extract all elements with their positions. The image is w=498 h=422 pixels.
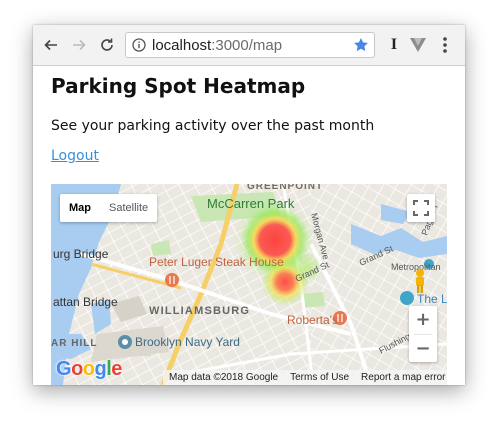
- label-manhattan-bridge: attan Bridge: [53, 295, 118, 309]
- reload-icon: [101, 38, 113, 51]
- info-icon[interactable]: [132, 38, 146, 52]
- arrow-left-icon: [44, 39, 57, 51]
- landmark-pin-icon[interactable]: [118, 335, 132, 349]
- label-peter-luger: Peter Luger Steak House: [149, 255, 284, 269]
- map-attribution: Map data ©2018 Google Terms of Use Repor…: [163, 370, 447, 385]
- menu-dots-icon[interactable]: [439, 35, 451, 55]
- label-mccarren-park: McCarren Park: [207, 196, 295, 211]
- zoom-out-button[interactable]: −: [409, 335, 437, 362]
- map-type-map-button[interactable]: Map: [60, 194, 100, 222]
- label-the-l: The L: [417, 292, 447, 306]
- page-content: Parking Spot Heatmap See your parking ac…: [33, 66, 465, 385]
- label-hill: AR HILL: [51, 338, 97, 349]
- label-robertas: Roberta's: [287, 313, 338, 327]
- label-greenpoint: GREENPOINT: [247, 184, 323, 192]
- page-title: Parking Spot Heatmap: [51, 74, 306, 98]
- map-type-control: Map Satellite: [60, 194, 158, 222]
- page-subtitle: See your parking activity over the past …: [51, 118, 375, 134]
- label-navy-yard: Brooklyn Navy Yard: [135, 335, 240, 349]
- address-bar[interactable]: localhost:3000/map: [125, 32, 375, 58]
- heatmap-map[interactable]: GREENPOINT McCarren Park urg Bridge Pete…: [51, 184, 447, 385]
- browser-window: localhost:3000/map I Parking Spot Heatma…: [33, 25, 465, 385]
- label-williamsburg: WILLIAMSBURG: [149, 305, 250, 317]
- report-map-error-link[interactable]: Report a map error: [361, 372, 445, 383]
- forward-button[interactable]: [69, 35, 89, 55]
- arrow-right-icon: [73, 39, 86, 51]
- google-logo[interactable]: Google: [56, 358, 122, 381]
- label-williamsburg-bridge: urg Bridge: [53, 247, 109, 261]
- url-path: :3000/map: [211, 37, 283, 54]
- screenshot-background: localhost:3000/map I Parking Spot Heatma…: [0, 0, 498, 422]
- reload-button[interactable]: [97, 35, 117, 55]
- map-type-satellite-button[interactable]: Satellite: [100, 194, 157, 222]
- bookmark-star-icon[interactable]: [353, 37, 369, 53]
- back-button[interactable]: [41, 35, 61, 55]
- fullscreen-icon: [413, 200, 429, 216]
- zoom-in-button[interactable]: +: [409, 306, 437, 334]
- url-host: localhost: [152, 37, 212, 54]
- restaurant-pin-icon[interactable]: [165, 273, 179, 287]
- extension-i-button[interactable]: I: [387, 35, 401, 55]
- zoom-control: + −: [409, 306, 437, 362]
- browser-toolbar: localhost:3000/map I: [33, 25, 465, 66]
- pegman-icon[interactable]: [411, 268, 429, 294]
- terms-of-use-link[interactable]: Terms of Use: [290, 372, 349, 383]
- extension-v-icon[interactable]: [409, 37, 427, 53]
- logout-link[interactable]: Logout: [51, 148, 99, 164]
- url-text: localhost:3000/map: [152, 37, 282, 54]
- fullscreen-button[interactable]: [407, 194, 435, 222]
- map-data-text: Map data ©2018 Google: [169, 372, 279, 383]
